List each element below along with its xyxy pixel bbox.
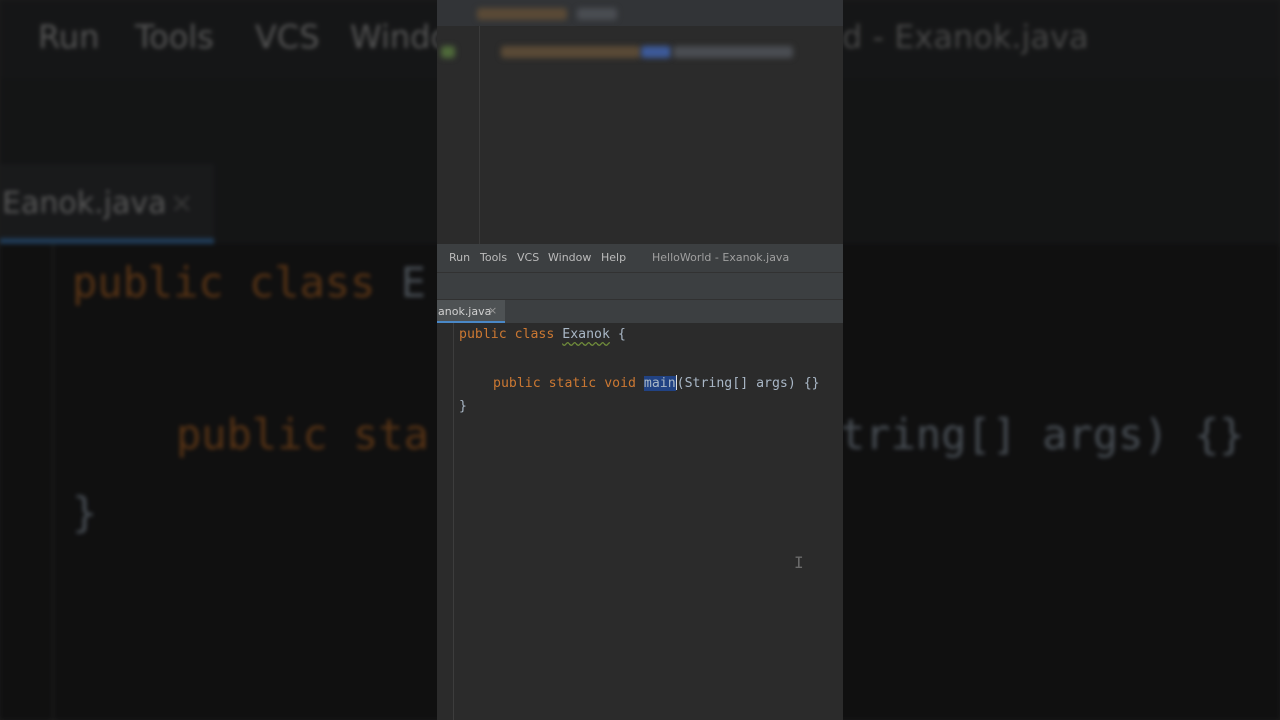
ghost-code-line — [501, 46, 641, 58]
bg-menu-tools: Tools — [135, 18, 214, 56]
editor-tabs: anok.java × — [437, 299, 843, 324]
window-title: HelloWorld - Exanok.java — [652, 251, 790, 264]
bg-menu-run: Run — [38, 18, 100, 56]
menu-vcs[interactable]: VCS — [517, 251, 539, 264]
editor-gutter — [453, 323, 454, 720]
selected-text: main — [643, 376, 676, 391]
menu-help[interactable]: Help — [601, 251, 626, 264]
bg-close-icon: × — [170, 186, 194, 219]
ghost-code-line — [477, 8, 567, 20]
menu-tools[interactable]: Tools — [480, 251, 507, 264]
ghost-previous-frame — [437, 0, 843, 244]
menu-bar: Run Tools VCS Window Help HelloWorld - E… — [437, 244, 843, 272]
tab-label: anok.java — [438, 305, 492, 318]
code-line-3: } — [459, 399, 467, 414]
ghost-run-marker — [441, 46, 455, 58]
ghost-gutter — [479, 26, 480, 244]
bg-menu-vcs: VCS — [255, 18, 320, 56]
close-icon[interactable]: × — [488, 304, 497, 317]
bg-tab-label: Eanok.java — [2, 186, 167, 221]
bg-gutter — [52, 244, 54, 720]
bg-code-line-2-right: tring[] args) {} — [840, 410, 1245, 459]
ide-window: Run Tools VCS Window Help HelloWorld - E… — [437, 0, 843, 720]
menu-run[interactable]: Run — [449, 251, 470, 264]
ibeam-cursor-icon: I — [794, 553, 804, 572]
menu-window[interactable]: Window — [548, 251, 591, 264]
bg-window-title: d - Exanok.java — [842, 18, 1089, 56]
bg-code-line-3: } — [72, 488, 98, 537]
class-name: Exanok — [562, 327, 610, 342]
ghost-selection — [641, 46, 671, 58]
toolbar — [437, 272, 843, 300]
ghost-code-line — [577, 8, 617, 20]
bg-menu-window: Windo — [350, 18, 450, 56]
tab-exanok-java[interactable]: anok.java × — [437, 300, 505, 324]
bg-code-line-2-left: public sta — [176, 410, 429, 459]
bg-code-line-1: public class E — [72, 258, 427, 307]
ghost-code-line — [673, 46, 793, 58]
code-line-1: public class Exanok { — [459, 327, 626, 342]
code-line-2: public static void main(String[] args) {… — [493, 375, 820, 391]
